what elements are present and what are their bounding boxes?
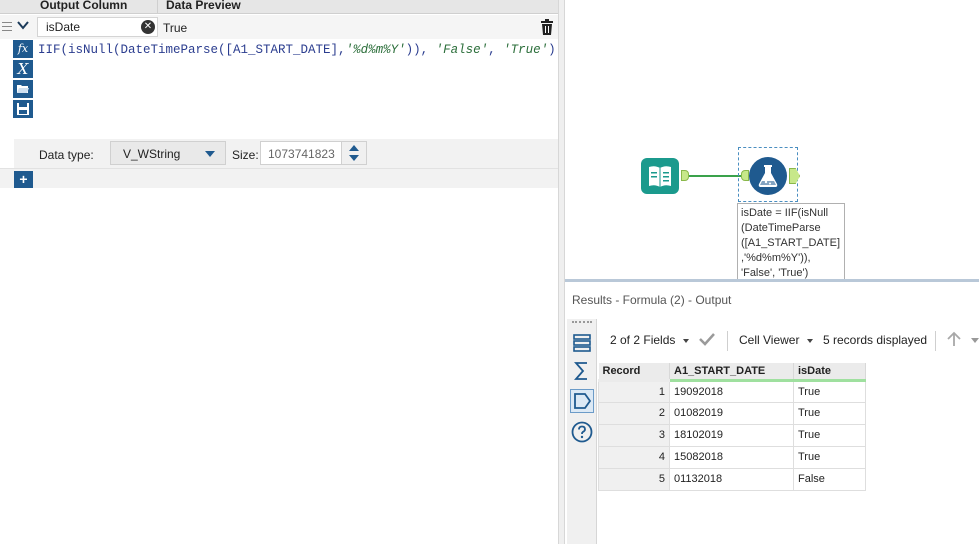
column-header-isdate[interactable]: isDate xyxy=(793,363,866,382)
chevron-down-icon[interactable] xyxy=(15,18,31,36)
column-header-record[interactable]: Record xyxy=(598,363,670,382)
results-toolbar: 2 of 2 Fields Cell Viewer 5 records disp… xyxy=(598,319,979,355)
cell-isdate[interactable]: True xyxy=(793,401,866,425)
table-row[interactable]: 4 15082018 True xyxy=(598,445,866,469)
cell-isdate[interactable]: True xyxy=(793,445,866,469)
data-view-icon[interactable] xyxy=(570,389,594,413)
formula-field-row[interactable]: ✕ True xyxy=(0,15,558,39)
expression-string-literal: '%d%m%Y' xyxy=(345,43,406,57)
output-anchor[interactable] xyxy=(789,168,800,184)
expression-code: )), xyxy=(405,43,436,57)
arrow-up-icon[interactable] xyxy=(945,330,963,348)
expression-code: , xyxy=(488,43,504,57)
clear-icon[interactable]: ✕ xyxy=(141,20,155,34)
check-icon[interactable] xyxy=(697,330,717,348)
connection-line[interactable] xyxy=(689,175,741,177)
results-grid[interactable]: Record A1_START_DATE isDate 1 19092018 T… xyxy=(598,363,866,491)
record-number: 5 xyxy=(598,467,670,491)
column-header: Output Column Data Preview xyxy=(0,0,558,14)
table-row[interactable]: 1 19092018 True xyxy=(598,379,866,403)
input-anchor[interactable] xyxy=(741,170,749,181)
table-row[interactable]: 3 18102019 True xyxy=(598,423,866,447)
size-stepper[interactable] xyxy=(341,142,366,164)
toolbar-separator xyxy=(935,331,936,351)
expression-code: ) xyxy=(548,43,556,57)
help-icon[interactable] xyxy=(570,420,594,444)
grid-header-row: Record A1_START_DATE isDate xyxy=(598,363,866,382)
data-preview-header: Data Preview xyxy=(166,0,241,12)
chevron-down-icon[interactable] xyxy=(683,339,689,343)
stepper-down-icon[interactable] xyxy=(349,155,359,161)
fields-view-icon[interactable] xyxy=(570,331,594,355)
workflow-canvas[interactable]: isDate = IIF(isNull (DateTimeParse ([A1_… xyxy=(565,0,979,279)
data-type-label: Data type: xyxy=(39,148,94,162)
save-icon[interactable] xyxy=(13,100,33,118)
panel-splitter[interactable] xyxy=(558,0,565,544)
expression-code: IIF(isNull(DateTimeParse([A1_START_DATE]… xyxy=(38,43,346,57)
expression-editor[interactable]: IIF(isNull(DateTimeParse([A1_START_DATE]… xyxy=(38,43,556,57)
record-number: 2 xyxy=(598,401,670,425)
results-window: Results - Formula (2) - Output 2 of 2 Fi… xyxy=(565,279,979,544)
data-preview-value: True xyxy=(163,21,188,35)
cell-a1-start-date[interactable]: 15082018 xyxy=(669,445,794,469)
cell-a1-start-date[interactable]: 01132018 xyxy=(669,467,794,491)
expression-string-literal: 'False' xyxy=(435,43,489,57)
tool-annotation: isDate = IIF(isNull (DateTimeParse ([A1_… xyxy=(737,203,845,279)
results-sidebar xyxy=(567,319,597,544)
sigma-icon[interactable] xyxy=(570,359,594,383)
formula-tool-icon[interactable] xyxy=(749,157,787,195)
chevron-down-icon[interactable] xyxy=(807,339,813,343)
data-type-row: Data type: V_WString Size: 1073741823 xyxy=(14,139,558,168)
add-field-row: + xyxy=(0,168,558,188)
output-column-header: Output Column xyxy=(40,0,128,12)
data-type-select[interactable]: V_WString xyxy=(110,141,226,165)
results-title: Results - Formula (2) - Output xyxy=(572,293,732,307)
record-number: 1 xyxy=(598,379,670,403)
header-separator xyxy=(157,0,158,14)
drag-handle-icon[interactable] xyxy=(2,22,12,33)
toolbar-separator xyxy=(727,331,728,351)
size-label: Size: xyxy=(232,148,259,162)
formula-config-panel: Output Column Data Preview ✕ True fx X xyxy=(0,0,558,544)
output-column-field[interactable]: ✕ xyxy=(37,17,158,37)
size-value: 1073741823 xyxy=(268,147,335,161)
fields-selector[interactable]: 2 of 2 Fields xyxy=(610,333,675,347)
cell-a1-start-date[interactable]: 19092018 xyxy=(669,379,794,403)
chevron-down-icon xyxy=(205,151,215,157)
trash-icon[interactable] xyxy=(540,19,554,35)
cell-a1-start-date[interactable]: 18102019 xyxy=(669,423,794,447)
input-data-tool-icon[interactable] xyxy=(641,158,679,194)
expression-toolbox: fx X xyxy=(13,40,34,120)
data-type-value: V_WString xyxy=(123,147,181,161)
stepper-up-icon[interactable] xyxy=(349,145,359,151)
records-count: 5 records displayed xyxy=(823,333,928,347)
table-row[interactable]: 2 01082019 True xyxy=(598,401,866,425)
expression-string-literal: 'True' xyxy=(503,43,549,57)
table-row[interactable]: 5 01132018 False xyxy=(598,467,866,491)
cell-a1-start-date[interactable]: 01082019 xyxy=(669,401,794,425)
cell-viewer-dropdown[interactable]: Cell Viewer xyxy=(739,333,799,347)
output-anchor[interactable] xyxy=(681,170,689,181)
folder-open-icon[interactable] xyxy=(13,80,33,98)
grip-icon[interactable] xyxy=(572,321,592,324)
output-column-input[interactable] xyxy=(38,18,138,36)
cell-isdate[interactable]: True xyxy=(793,423,866,447)
functions-button[interactable]: fx xyxy=(13,40,33,58)
column-header-a1-start-date[interactable]: A1_START_DATE xyxy=(669,363,794,382)
size-input[interactable]: 1073741823 xyxy=(260,141,367,165)
record-number: 4 xyxy=(598,445,670,469)
variables-button[interactable]: X xyxy=(13,60,33,78)
chevron-down-icon[interactable] xyxy=(971,338,979,343)
cell-isdate[interactable]: True xyxy=(793,379,866,403)
add-field-button[interactable]: + xyxy=(14,171,33,188)
cell-isdate[interactable]: False xyxy=(793,467,866,491)
record-number: 3 xyxy=(598,423,670,447)
